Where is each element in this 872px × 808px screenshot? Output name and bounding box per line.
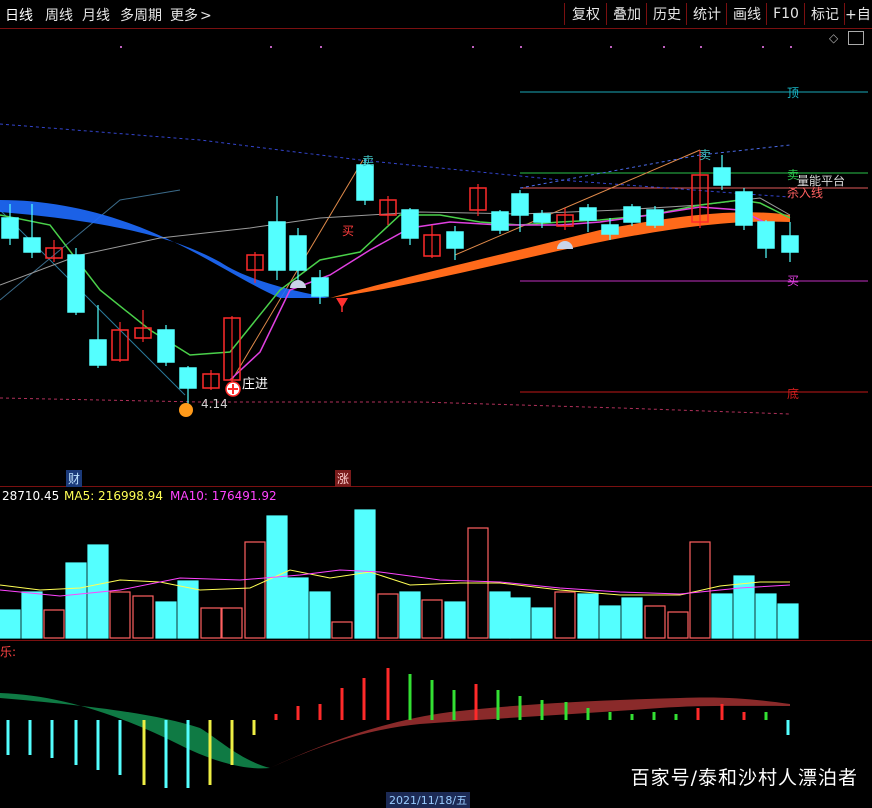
indicator-name: 乐: [0, 645, 17, 659]
watermark: 百家号/泰和沙村人漂泊者 [630, 767, 858, 789]
indicator-dot [663, 46, 665, 48]
candle-body [757, 221, 775, 249]
volume-bar [331, 621, 353, 639]
volume-ma10: MA10: 176491.92 [170, 489, 277, 503]
volume-bar [711, 593, 733, 639]
long-trend-line [0, 123, 791, 198]
indicator-dot [120, 46, 122, 48]
window-toggle-icon[interactable] [848, 31, 864, 45]
volume-bar [621, 597, 643, 639]
sell-marker-label-2: 卖 [699, 148, 712, 162]
volume-value: 28710.45 [2, 489, 60, 503]
volume-bar [155, 601, 177, 639]
candle-body [491, 211, 509, 231]
volume-bar [377, 593, 399, 639]
candle-body [67, 254, 85, 313]
indicator-dot [790, 46, 792, 48]
candle-body [646, 209, 664, 226]
diamond-icon[interactable]: ◇ [829, 31, 838, 45]
volume-bar [667, 611, 689, 639]
volume-bar [177, 580, 199, 639]
candle-body [623, 206, 641, 223]
candle-body [356, 164, 374, 201]
candle-body [511, 193, 529, 216]
volume-bar [644, 605, 666, 639]
indicator-dot [270, 46, 272, 48]
volume-bar [489, 591, 511, 639]
volume-bar [200, 607, 222, 639]
volume-bar [21, 591, 43, 639]
indicator-dot [610, 46, 612, 48]
candle-body [311, 277, 329, 297]
volume-bar [65, 562, 87, 639]
volume-bar [287, 577, 309, 639]
volume-bar [244, 541, 266, 639]
buy-line-label: 买 [787, 274, 800, 288]
candle-body [89, 339, 107, 366]
candle-body [179, 367, 197, 389]
indicator-dot [472, 46, 474, 48]
candle-body [1, 217, 19, 239]
price-chart[interactable] [0, 0, 872, 800]
low-price-label: 4.14 [201, 397, 228, 411]
volume-bar [109, 591, 131, 639]
volume-bar [554, 591, 576, 639]
volume-bar [755, 593, 777, 639]
candle-body [601, 224, 619, 235]
volume-bar [221, 607, 243, 639]
channel-upper-line [519, 144, 791, 189]
kill-line-label: 杀入线 [787, 186, 824, 200]
indicator-dot [762, 46, 764, 48]
candle-body [289, 235, 307, 271]
indicator-green-area [0, 693, 270, 769]
volume-bar [399, 591, 421, 639]
volume-bar [43, 609, 65, 639]
volume-ma5: MA5: 216998.94 [64, 489, 163, 503]
banker-in-label: 庄进 [242, 377, 269, 392]
volume-bar [599, 605, 621, 639]
financial-event-tag[interactable]: 财 [66, 470, 83, 487]
date-cursor-label: 2021/11/18/五 [386, 792, 471, 808]
volume-bar [132, 595, 154, 639]
candle-body [713, 167, 731, 186]
support-dotted-line [0, 397, 791, 415]
candle-body [533, 213, 551, 223]
volume-bar [309, 591, 331, 639]
limit-up-event-tag[interactable]: 涨 [335, 470, 352, 487]
top-line-label: 顶 [787, 86, 800, 100]
indicator-dot [700, 46, 702, 48]
indicator-red-area [270, 697, 790, 768]
candle-body [781, 235, 799, 253]
volume-bar [509, 597, 531, 639]
volume-bar [777, 603, 799, 639]
bottom-line-label: 底 [787, 387, 800, 401]
candle-body [23, 237, 41, 253]
volume-bar [421, 599, 443, 639]
candle-body [157, 329, 175, 363]
volume-bar [0, 609, 21, 639]
indicator-dot [520, 46, 522, 48]
low-marker-icon [179, 403, 193, 417]
indicator-dot [320, 46, 322, 48]
candle-body [579, 207, 597, 221]
volume-bar [531, 607, 553, 639]
sell-marker-label-1: 卖 [362, 154, 375, 168]
volume-bar [577, 593, 599, 639]
volume-bar [733, 575, 755, 639]
buy-marker-label: 买 [342, 224, 355, 238]
candle-body [735, 191, 753, 226]
candle-body [446, 231, 464, 249]
volume-bar [444, 601, 466, 639]
candle-body [401, 209, 419, 239]
candle-body [268, 221, 286, 271]
